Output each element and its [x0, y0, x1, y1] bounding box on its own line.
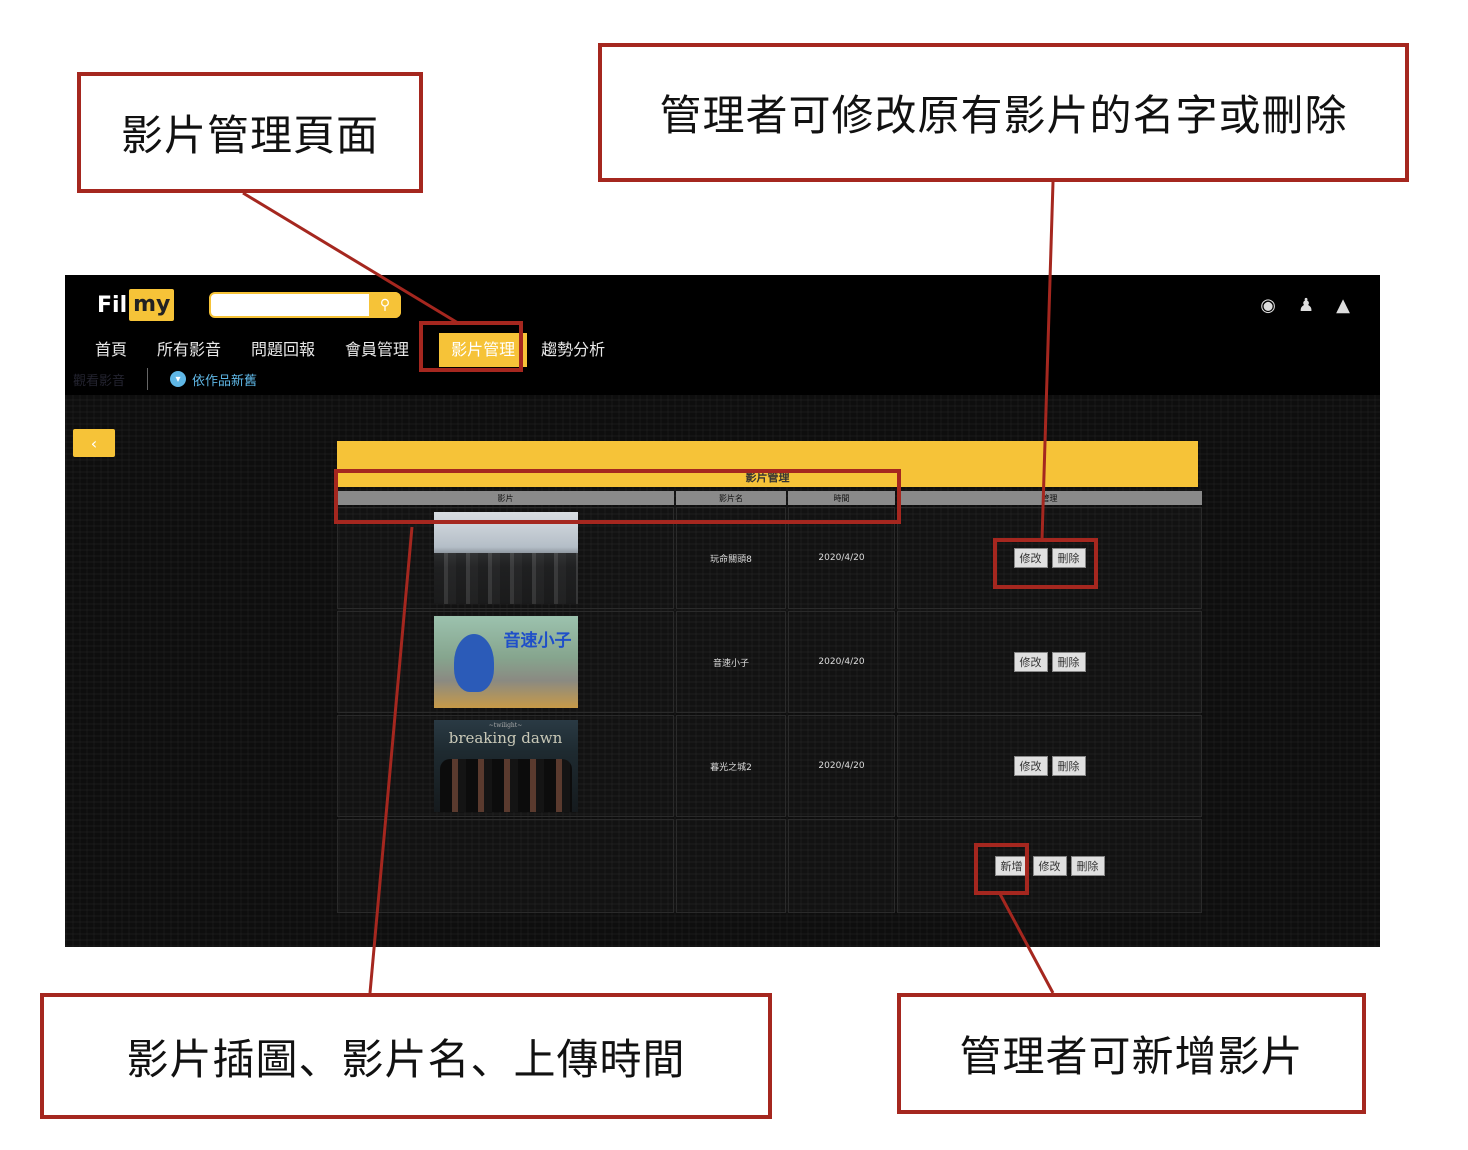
- delete-button[interactable]: 刪除: [1051, 652, 1086, 672]
- video-time: 2020/4/20: [788, 611, 895, 713]
- nav-item-member-management[interactable]: 會員管理: [345, 336, 409, 364]
- manage-cell: 修改 刪除: [897, 611, 1202, 713]
- chevron-down-icon[interactable]: ▾: [170, 371, 187, 387]
- nav-item-trend-analysis[interactable]: 趨勢分析: [541, 336, 605, 364]
- video-thumbnail[interactable]: ~twilight~ breaking dawn: [433, 720, 578, 812]
- logo-text-my: my: [129, 289, 175, 321]
- empty-cell: [788, 819, 895, 913]
- callout-add: 管理者可新增影片: [897, 993, 1366, 1114]
- panel-title: 影片管理: [337, 441, 1198, 487]
- manage-cell: 修改 刪除: [897, 507, 1202, 609]
- delete-button[interactable]: 刪除: [1051, 756, 1086, 776]
- top-icons: ◉ ♟ ▲: [1260, 295, 1350, 316]
- callout-columns: 影片插圖、影片名、上傳時間: [40, 993, 772, 1119]
- edit-button[interactable]: 修改: [1013, 652, 1048, 672]
- empty-cell: [337, 819, 674, 913]
- add-button[interactable]: 新增: [994, 856, 1029, 876]
- delete-button[interactable]: 刪除: [1051, 548, 1086, 568]
- back-button[interactable]: ‹: [73, 429, 115, 457]
- user-icon[interactable]: ♟: [1298, 295, 1314, 316]
- video-management-panel: 影片管理 影片 影片名 時間 管理 玩命關頭8 2020/4/20 修改 刪除 …: [337, 441, 1202, 913]
- top-bar: Fil my ⚲ ◉ ♟ ▲ 首頁 所有影音 問題回報 會員管理 影片管理 趨勢…: [65, 275, 1380, 395]
- subnav-faint-label[interactable]: 觀看影音: [73, 370, 125, 389]
- poster-figure: [453, 634, 494, 692]
- thumbs-up-icon[interactable]: ▲: [1336, 295, 1350, 316]
- callout-page-label-text: 影片管理頁面: [120, 111, 379, 160]
- poster-title-text: breaking dawn: [448, 729, 563, 747]
- edit-button[interactable]: 修改: [1013, 548, 1048, 568]
- search-icon: ⚲: [379, 297, 391, 313]
- logo-text-fil: Fil: [97, 292, 128, 318]
- logo[interactable]: Fil my: [97, 289, 175, 321]
- callout-page-label: 影片管理頁面: [77, 72, 423, 193]
- edit-button[interactable]: 修改: [1013, 756, 1048, 776]
- video-name: 暮光之城2: [676, 715, 786, 817]
- nav-item-video-management[interactable]: 影片管理: [439, 333, 528, 367]
- search-button[interactable]: ⚲: [369, 292, 401, 318]
- header-manage: 管理: [897, 491, 1202, 505]
- video-time: 2020/4/20: [788, 507, 895, 609]
- manage-cell: 新增 修改 刪除: [897, 819, 1202, 913]
- sort-dropdown[interactable]: 依作品新舊: [192, 370, 257, 389]
- poster-title: 音速小子: [503, 631, 572, 651]
- header-name: 影片名: [676, 491, 786, 505]
- search-box: ⚲: [209, 292, 401, 318]
- sub-nav: 觀看影音 ▾ 依作品新舊: [73, 368, 257, 390]
- callout-columns-text: 影片插圖、影片名、上傳時間: [126, 1034, 686, 1084]
- table-row-thumb-cell: [337, 507, 674, 609]
- video-name: 音速小子: [676, 611, 786, 713]
- callout-edit-delete: 管理者可修改原有影片的名字或刪除: [598, 43, 1409, 182]
- table-row-thumb-cell: 音速小子: [337, 611, 674, 713]
- callout-add-text: 管理者可新增影片: [959, 1032, 1304, 1081]
- app-screenshot: Fil my ⚲ ◉ ♟ ▲ 首頁 所有影音 問題回報 會員管理 影片管理 趨勢…: [65, 275, 1380, 947]
- video-time: 2020/4/20: [788, 715, 895, 817]
- manage-cell: 修改 刪除: [897, 715, 1202, 817]
- nav-item-issue-report[interactable]: 問題回報: [251, 336, 315, 364]
- nav-item-home[interactable]: 首頁: [95, 336, 127, 364]
- edit-button[interactable]: 修改: [1032, 856, 1067, 876]
- video-name: 玩命關頭8: [676, 507, 786, 609]
- video-thumbnail[interactable]: 音速小子: [433, 616, 578, 708]
- nav-item-all-videos[interactable]: 所有影音: [157, 336, 221, 364]
- delete-button[interactable]: 刪除: [1070, 856, 1105, 876]
- table-row-thumb-cell: ~twilight~ breaking dawn: [337, 715, 674, 817]
- video-table: 影片 影片名 時間 管理 玩命關頭8 2020/4/20 修改 刪除 音速小子 …: [337, 491, 1202, 913]
- callout-edit-delete-text: 管理者可修改原有影片的名字或刪除: [659, 91, 1348, 140]
- main-nav: 首頁 所有影音 問題回報 會員管理 影片管理 趨勢分析: [95, 333, 635, 367]
- header-video: 影片: [337, 491, 674, 505]
- subnav-divider: [147, 368, 149, 390]
- chevron-left-icon: ‹: [90, 433, 98, 453]
- volume-icon[interactable]: ◉: [1260, 295, 1276, 316]
- poster-title: ~twilight~ breaking dawn: [434, 722, 578, 746]
- empty-cell: [676, 819, 786, 913]
- video-thumbnail[interactable]: [433, 512, 578, 604]
- header-time: 時間: [788, 491, 895, 505]
- search-input[interactable]: [211, 294, 361, 316]
